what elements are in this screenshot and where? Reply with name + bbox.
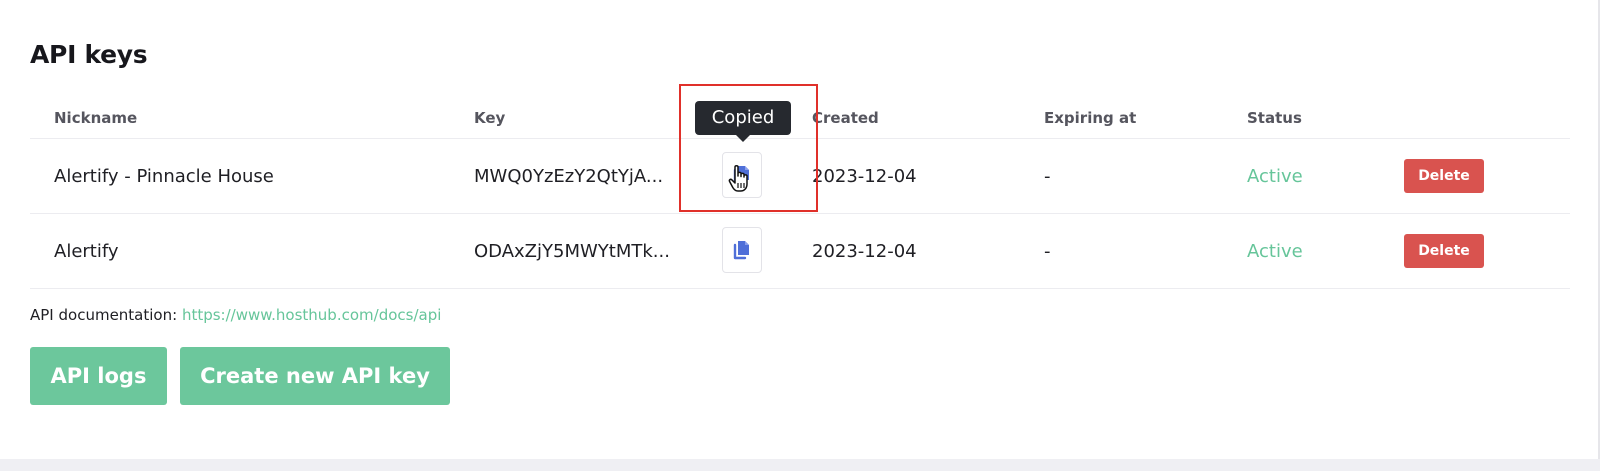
status-badge: Active	[1247, 166, 1303, 187]
header-nickname: Nickname	[54, 109, 138, 127]
delete-button[interactable]: Delete	[1404, 159, 1484, 193]
header-key: Key	[474, 109, 506, 127]
docs-label: API documentation:	[30, 306, 178, 324]
created-cell: 2023-12-04	[812, 241, 917, 262]
highlight-annotation	[679, 84, 818, 212]
key-cell: MWQ0YzEzY2QtYjA...	[474, 166, 664, 187]
page-footer-strip	[0, 459, 1600, 471]
copy-key-button[interactable]	[722, 227, 762, 273]
header-expiring-at: Expiring at	[1044, 109, 1137, 127]
api-logs-button[interactable]: API logs	[30, 347, 167, 405]
page: API keys Nickname Key Created Expiring a…	[0, 0, 1600, 459]
copy-icon	[733, 240, 751, 260]
key-cell: ODAxZjY5MWYtMTk...	[474, 241, 670, 262]
page-title: API keys	[30, 40, 148, 69]
header-created: Created	[812, 109, 879, 127]
docs-link[interactable]: https://www.hosthub.com/docs/api	[182, 306, 441, 324]
create-api-key-button[interactable]: Create new API key	[180, 347, 450, 405]
api-documentation: API documentation: https://www.hosthub.c…	[30, 306, 441, 324]
status-badge: Active	[1247, 241, 1303, 262]
expiring-cell: -	[1044, 166, 1051, 187]
header-status: Status	[1247, 109, 1302, 127]
created-cell: 2023-12-04	[812, 166, 917, 187]
nickname-cell: Alertify - Pinnacle House	[54, 166, 274, 187]
expiring-cell: -	[1044, 241, 1051, 262]
table-row: Alertify ODAxZjY5MWYtMTk... 2023-12-04 -…	[30, 214, 1570, 289]
nickname-cell: Alertify	[54, 241, 119, 262]
delete-button[interactable]: Delete	[1404, 234, 1484, 268]
